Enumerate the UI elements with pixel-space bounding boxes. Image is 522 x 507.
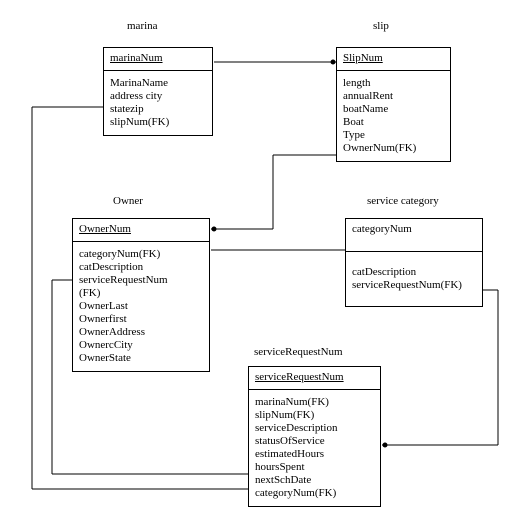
attr: categoryNum(FK): [255, 487, 374, 500]
attr: statusOfService: [255, 435, 374, 448]
entity-slip: SlipNum length annualRent boatName Boat …: [336, 47, 451, 162]
attr: statezip: [110, 103, 206, 116]
entity-body-owner: categoryNum(FK) catDescription serviceRe…: [72, 242, 210, 372]
attr: address city: [110, 90, 206, 103]
entity-body-servicecategory: catDescription serviceRequestNum(FK): [345, 252, 483, 307]
entity-key-servicerequest: serviceRequestNum: [248, 366, 381, 390]
entity-body-marina: MarinaName address city statezip slipNum…: [103, 71, 213, 136]
attr: serviceRequestNum: [79, 274, 203, 287]
attr: OwnerNum(FK): [343, 142, 444, 155]
attr: Boat: [343, 116, 444, 129]
entity-marina: marinaNum MarinaName address city statez…: [103, 47, 213, 136]
attr: OwnerLast: [79, 300, 203, 313]
attr: hoursSpent: [255, 461, 374, 474]
attr: marinaNum(FK): [255, 396, 374, 409]
attr: serviceRequestNum(FK): [352, 279, 476, 292]
entity-servicecategory: categoryNum catDescription serviceReques…: [345, 218, 483, 307]
attr: nextSchDate: [255, 474, 374, 487]
key-text: categoryNum: [352, 223, 412, 235]
attr: catDescription: [79, 261, 203, 274]
attr: serviceDescription: [255, 422, 374, 435]
entity-key-marina: marinaNum: [103, 47, 213, 71]
attr: OwnerState: [79, 352, 203, 365]
attr: OwnercCity: [79, 339, 203, 352]
attr: catDescription: [352, 266, 476, 279]
entity-key-owner: OwnerNum: [72, 218, 210, 242]
key-text: serviceRequestNum: [255, 371, 344, 383]
attr: slipNum(FK): [255, 409, 374, 422]
attr: categoryNum(FK): [79, 248, 203, 261]
entity-title-servicerequest: serviceRequestNum: [254, 346, 343, 358]
attr: length: [343, 77, 444, 90]
entity-body-servicerequest: marinaNum(FK) slipNum(FK) serviceDescrip…: [248, 390, 381, 507]
key-text: OwnerNum: [79, 223, 131, 235]
attr: estimatedHours: [255, 448, 374, 461]
entity-owner: OwnerNum categoryNum(FK) catDescription …: [72, 218, 210, 372]
entity-body-slip: length annualRent boatName Boat Type Own…: [336, 71, 451, 162]
entity-title-slip: slip: [373, 20, 389, 32]
attr: slipNum(FK): [110, 116, 206, 129]
entity-key-slip: SlipNum: [336, 47, 451, 71]
attr: OwnerAddress: [79, 326, 203, 339]
attr: annualRent: [343, 90, 444, 103]
entity-servicerequest: serviceRequestNum marinaNum(FK) slipNum(…: [248, 366, 381, 507]
attr: (FK): [79, 287, 203, 300]
entity-title-owner: Owner: [113, 195, 143, 207]
entity-key-servicecategory: categoryNum: [345, 218, 483, 252]
attr: Ownerfirst: [79, 313, 203, 326]
key-text: marinaNum: [110, 52, 163, 64]
entity-title-servicecategory: service category: [367, 195, 439, 207]
key-text: SlipNum: [343, 52, 383, 64]
attr: boatName: [343, 103, 444, 116]
entity-title-marina: marina: [127, 20, 158, 32]
attr: Type: [343, 129, 444, 142]
attr: MarinaName: [110, 77, 206, 90]
